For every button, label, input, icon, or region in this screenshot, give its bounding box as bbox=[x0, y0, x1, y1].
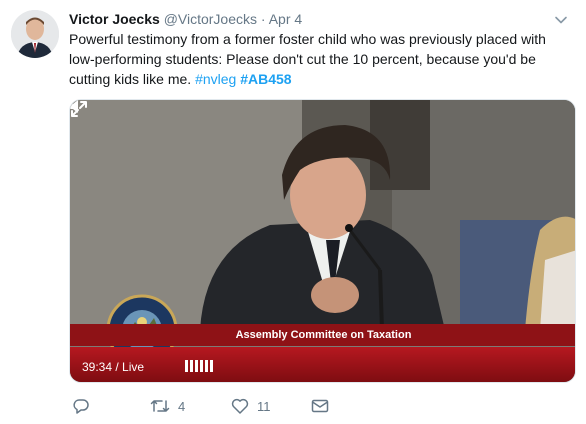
expand-icon[interactable] bbox=[70, 100, 88, 118]
hashtag-link[interactable]: #AB458 bbox=[240, 71, 291, 87]
time-separator: / bbox=[112, 360, 123, 374]
envelope-icon bbox=[311, 399, 329, 413]
retweet-icon bbox=[150, 400, 170, 412]
author-handle[interactable]: @VictorJoecks bbox=[164, 11, 257, 27]
retweet-count: 4 bbox=[178, 398, 186, 414]
video-time: 39:34 / Live bbox=[82, 360, 144, 374]
reply-action[interactable] bbox=[73, 398, 97, 414]
volume-bar bbox=[205, 360, 208, 372]
volume-bar bbox=[195, 360, 198, 372]
author-avatar[interactable] bbox=[11, 10, 59, 58]
reply-icon bbox=[73, 399, 89, 414]
video-controls bbox=[70, 347, 575, 382]
tweet-actions: 4 11 bbox=[0, 398, 586, 418]
volume-bar bbox=[210, 360, 213, 372]
hashtag-link[interactable]: #nvleg bbox=[195, 71, 236, 87]
lower-third-caption: Assembly Committee on Taxation bbox=[235, 329, 412, 341]
volume-slider[interactable] bbox=[185, 360, 229, 372]
like-count: 11 bbox=[257, 398, 271, 414]
chevron-down-icon[interactable] bbox=[553, 12, 569, 28]
volume-bar bbox=[185, 360, 188, 372]
avatar-photo bbox=[11, 10, 59, 58]
retweet-action[interactable]: 4 bbox=[150, 398, 185, 414]
message-action[interactable] bbox=[311, 398, 329, 414]
volume-bar bbox=[190, 360, 193, 372]
header-separator: · bbox=[260, 11, 266, 27]
tweet-text: Powerful testimony from a former foster … bbox=[69, 29, 569, 89]
tweet-date[interactable]: Apr 4 bbox=[269, 11, 302, 27]
like-action[interactable]: 11 bbox=[231, 398, 271, 414]
tweet-body: Powerful testimony from a former foster … bbox=[69, 31, 546, 87]
author-name[interactable]: Victor Joecks bbox=[69, 11, 160, 27]
video-player[interactable]: Assembly Committee on Taxation 39:34 / L… bbox=[69, 99, 576, 383]
video-timestamp: 39:34 bbox=[82, 360, 113, 374]
live-label: Live bbox=[122, 360, 145, 374]
volume-bar bbox=[200, 360, 203, 372]
heart-icon bbox=[231, 398, 249, 414]
tweet-header: Victor Joecks @VictorJoecks · Apr 4 bbox=[69, 10, 302, 28]
